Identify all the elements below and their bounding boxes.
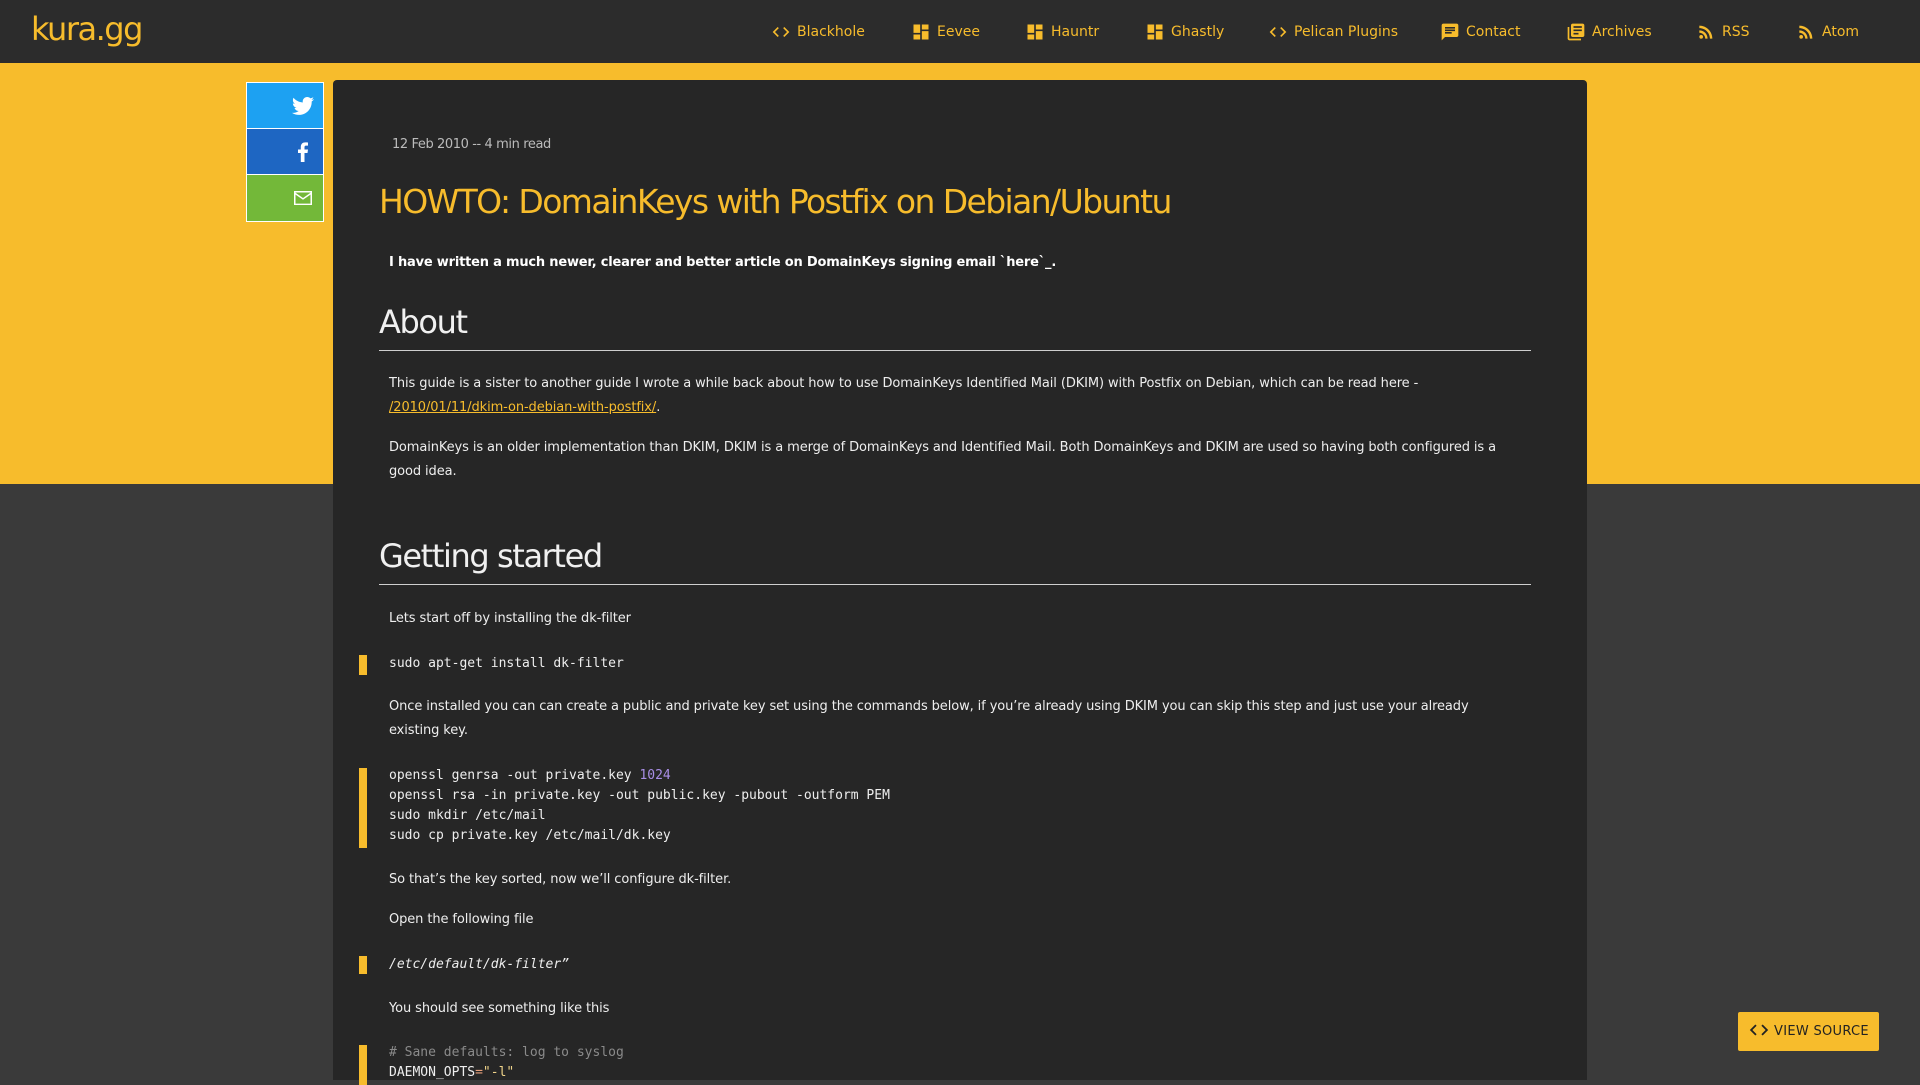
dashboard-icon [1145, 22, 1165, 42]
nav-label: Blackhole [797, 24, 865, 40]
top-navbar: kura.gg Blackhole Eevee Hauntr Ghastly P… [0, 0, 1920, 63]
article-card: 12 Feb 2010 -- 4 min read HOWTO: DomainK… [333, 80, 1587, 1085]
code-icon [1268, 22, 1288, 42]
share-email-button[interactable] [247, 175, 323, 221]
nav-label: Archives [1592, 24, 1652, 40]
share-twitter-button[interactable] [247, 83, 323, 129]
code-comment: # Sane defaults: log to syslog [389, 1045, 624, 1060]
share-bar [246, 82, 324, 222]
nav-link-hauntr[interactable]: Hauntr [1025, 21, 1099, 43]
nav-label: Hauntr [1051, 24, 1100, 40]
nav-link-eevee[interactable]: Eevee [911, 21, 980, 43]
paragraph-text: This guide is a sister to another guide … [389, 376, 1419, 391]
code-operator: = [475, 1065, 483, 1080]
share-facebook-button[interactable] [247, 129, 323, 175]
main-nav: Blackhole Eevee Hauntr Ghastly Pelican P… [0, 0, 1920, 63]
about-paragraph-2: DomainKeys is an older implementation th… [389, 440, 1496, 479]
code-block-config: # Sane defaults: log to syslog DAEMON_OP… [389, 1043, 624, 1083]
about-paragraph-1: This guide is a sister to another guide … [389, 372, 1499, 420]
nav-label: RSS [1722, 24, 1750, 40]
article-meta: 12 Feb 2010 -- 4 min read [392, 137, 551, 152]
code-line: openssl genrsa -out private.key [389, 768, 640, 783]
nav-link-contact[interactable]: Contact [1440, 21, 1520, 43]
getting-started-paragraph-2: Once installed you can can create a publ… [389, 699, 1469, 738]
nav-label: Eevee [937, 24, 980, 40]
paragraph-text: . [656, 400, 661, 415]
rss-icon [1796, 22, 1816, 42]
nav-label: Ghastly [1171, 24, 1225, 40]
code-block-marker [359, 956, 367, 974]
nav-link-ghastly[interactable]: Ghastly [1145, 21, 1224, 43]
code-line: sudo mkdir /etc/mail [389, 808, 546, 823]
nav-link-atom[interactable]: Atom [1796, 21, 1859, 43]
mail-icon [291, 186, 315, 210]
facebook-icon [291, 140, 315, 164]
code-key: DAEMON_OPTS [389, 1065, 476, 1080]
twitter-icon [291, 94, 315, 118]
section-heading-about: About [379, 303, 1531, 351]
dashboard-icon [1025, 22, 1045, 42]
nav-label: Contact [1466, 24, 1521, 40]
nav-link-archives[interactable]: Archives [1566, 21, 1652, 43]
article-lede: I have written a much newer, clearer and… [389, 255, 1057, 270]
code-string: "-l" [482, 1065, 515, 1080]
code-number: 1024 [639, 768, 671, 783]
nav-label: Atom [1822, 24, 1860, 40]
path-suffix: ” [561, 957, 570, 972]
nav-label: Pelican Plugins [1294, 24, 1399, 40]
getting-started-paragraph-3: So that’s the key sorted, now we’ll conf… [389, 872, 732, 887]
getting-started-paragraph-4: Open the following file [389, 912, 534, 927]
library-icon [1566, 22, 1586, 42]
nav-link-pelican-plugins[interactable]: Pelican Plugins [1268, 21, 1398, 43]
view-source-label: VIEW SOURCE [1774, 1024, 1869, 1039]
rss-icon [1696, 22, 1716, 42]
code-line: sudo cp private.key /etc/mail/dk.key [389, 828, 671, 843]
getting-started-paragraph-5: You should see something like this [389, 1001, 610, 1016]
code-icon [1748, 1019, 1774, 1045]
code-block-path: /etc/default/dk-filter” [389, 955, 569, 975]
code-block-keygen: openssl genrsa -out private.key 1024 ope… [389, 766, 890, 846]
section-heading-getting-started: Getting started [379, 537, 1531, 585]
nav-link-blackhole[interactable]: Blackhole [771, 21, 865, 43]
code-block-install: sudo apt-get install dk-filter [389, 656, 624, 671]
view-source-button[interactable]: VIEW SOURCE [1738, 1012, 1879, 1051]
code-block-marker [359, 655, 367, 675]
dashboard-icon [911, 22, 931, 42]
code-block-marker [359, 1045, 367, 1085]
getting-started-paragraph-1: Lets start off by installing the dk-filt… [389, 611, 631, 626]
file-path: /etc/default/dk-filter [389, 957, 562, 972]
code-icon [771, 22, 791, 42]
code-block-marker [359, 768, 367, 848]
chat-icon [1440, 22, 1460, 42]
nav-link-rss[interactable]: RSS [1696, 21, 1750, 43]
code-line: openssl rsa -in private.key -out public.… [389, 788, 890, 803]
article-title: HOWTO: DomainKeys with Postfix on Debian… [379, 182, 1172, 221]
dkim-guide-link[interactable]: /2010/01/11/dkim-on-debian-with-postfix/ [389, 400, 656, 415]
